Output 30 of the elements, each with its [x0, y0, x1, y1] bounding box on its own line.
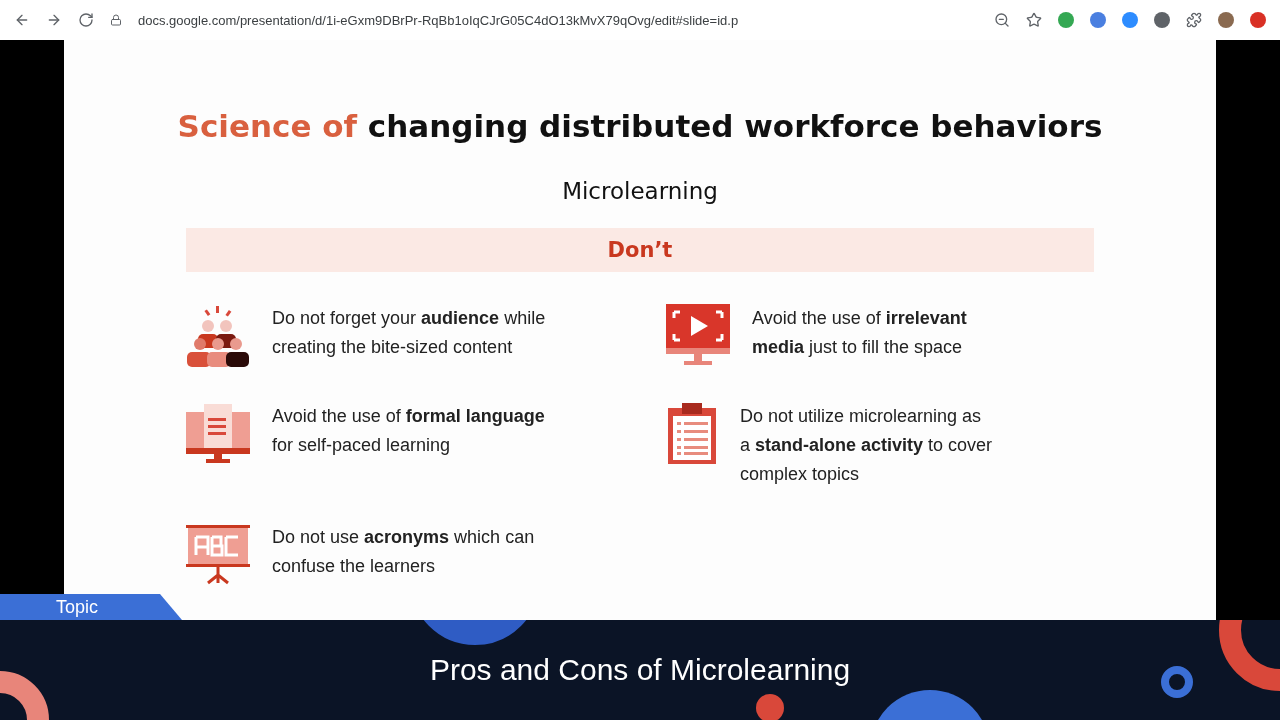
bookmark-star-icon[interactable]: [1026, 12, 1042, 28]
monitor-play-icon: [666, 304, 730, 368]
reload-icon[interactable]: [78, 12, 94, 28]
extension-icon[interactable]: [1058, 12, 1074, 28]
tip-text: Do not forget your audience while creating the bite-sized content: [272, 307, 546, 359]
tip-text: Avoid the use of formal language for self-paced learning: [272, 405, 545, 457]
zoom-icon[interactable]: [994, 12, 1010, 28]
tip-text: Do not use acronyms which can confuse the learners: [272, 526, 535, 578]
extension-icon[interactable]: [1154, 12, 1170, 28]
topic-title: Pros and Cons of Microlearning: [429, 653, 851, 687]
extensions-puzzle-icon[interactable]: [1186, 12, 1202, 28]
tip-text: Do not utilize microlearning as a stand-alone activity to cover complex topics: [740, 405, 993, 486]
lock-icon: [110, 14, 122, 26]
forward-icon[interactable]: [46, 12, 62, 28]
extension-icon[interactable]: [1090, 12, 1106, 28]
dot-drawing: [756, 694, 784, 720]
address-bar[interactable]: docs.google.com/presentation/d/1i-eGxm9DBrPr-RqBb1oIqCJrG05C4dO13kMvX79qOvg/edit#slide=id.p: [138, 12, 978, 28]
avatar-icon[interactable]: [1218, 12, 1234, 28]
tip-text: Avoid the use of irrelevant media just to fill the space: [752, 307, 967, 359]
extension-icon[interactable]: [1122, 12, 1138, 28]
monitor-document-icon: [186, 402, 250, 466]
slide-subtitle: Microlearning: [562, 178, 718, 204]
back-icon[interactable]: [14, 12, 30, 28]
clipboard-list-icon: [666, 402, 718, 466]
presentation-board-icon: [186, 523, 250, 587]
section-banner: Don’t: [186, 228, 1094, 272]
extension-icon[interactable]: [1250, 12, 1266, 28]
people-icon: [186, 304, 250, 368]
slide-title: Science of changing distributed workforce behaviors: [177, 108, 1103, 144]
topic-tag: Topic: [0, 594, 182, 620]
